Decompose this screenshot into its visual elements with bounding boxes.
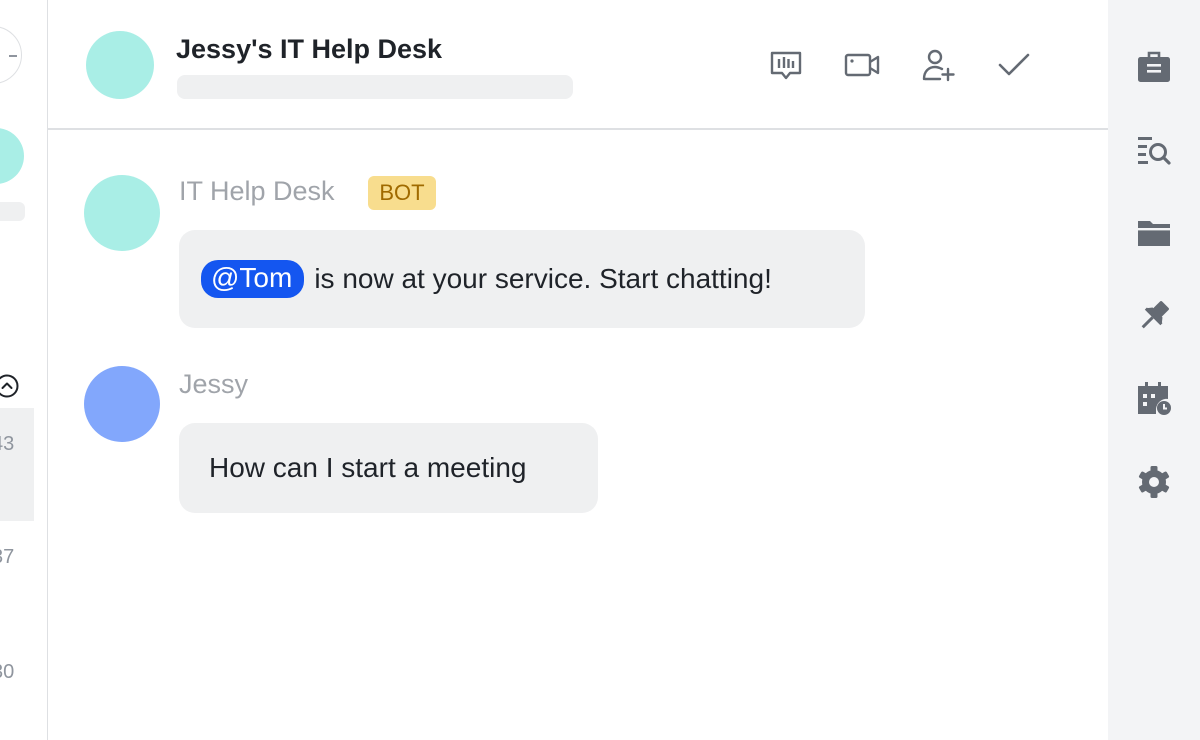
- add-icon[interactable]: [0, 26, 22, 84]
- conversation-list: 43 37 30: [0, 0, 48, 740]
- pinned-button[interactable]: [1134, 296, 1174, 336]
- bot-badge: BOT: [368, 176, 436, 210]
- settings-button[interactable]: [1134, 462, 1174, 502]
- sender-name[interactable]: IT Help Desk: [179, 176, 335, 207]
- collapse-icon[interactable]: [0, 373, 20, 399]
- add-member-icon: [922, 49, 955, 82]
- video-call-icon: [844, 53, 880, 77]
- done-icon: [998, 53, 1030, 76]
- message-text: is now at your service. Start chatting!: [314, 263, 772, 294]
- video-call-button[interactable]: [842, 45, 882, 85]
- sender-avatar[interactable]: [84, 175, 160, 251]
- search-history-icon: [1138, 137, 1171, 165]
- toolbox-button[interactable]: [1134, 46, 1174, 86]
- files-button[interactable]: [1134, 212, 1174, 252]
- selected-list-item[interactable]: [0, 408, 34, 521]
- avatar[interactable]: [0, 128, 24, 184]
- sender-name[interactable]: Jessy: [179, 369, 248, 400]
- search-history-button[interactable]: [1134, 130, 1174, 170]
- message-bubble: @Tom is now at your service. Start chatt…: [179, 230, 865, 328]
- toolbox-icon: [1138, 51, 1170, 82]
- announcement-icon: [770, 51, 802, 80]
- chat-header: Jessy's IT Help Desk: [48, 0, 1108, 130]
- mark-done-button[interactable]: [994, 45, 1034, 85]
- chat-title: Jessy's IT Help Desk: [176, 34, 443, 64]
- calendar-icon: [1138, 382, 1171, 415]
- list-item-count: 37: [0, 546, 15, 568]
- chat-window: 43 37 30 Jessy's IT Help Desk: [0, 0, 1200, 740]
- settings-icon: [1138, 466, 1170, 498]
- message-text: How can I start a meeting: [209, 452, 527, 483]
- announcement-button[interactable]: [766, 45, 806, 85]
- add-member-button[interactable]: [918, 45, 958, 85]
- pin-icon: [1141, 301, 1169, 329]
- sender-avatar[interactable]: [84, 366, 160, 442]
- list-item-count: 43: [0, 433, 15, 455]
- folder-icon: [1138, 221, 1170, 246]
- mention-tag[interactable]: @Tom: [201, 260, 305, 298]
- placeholder-bar: [0, 202, 25, 221]
- group-avatar[interactable]: [86, 31, 154, 99]
- message-bubble: How can I start a meeting: [179, 423, 598, 513]
- list-item-count: 30: [0, 661, 15, 683]
- calendar-button[interactable]: [1134, 378, 1174, 418]
- chat-subtitle-placeholder: [177, 75, 573, 99]
- right-toolbar: [1108, 0, 1200, 740]
